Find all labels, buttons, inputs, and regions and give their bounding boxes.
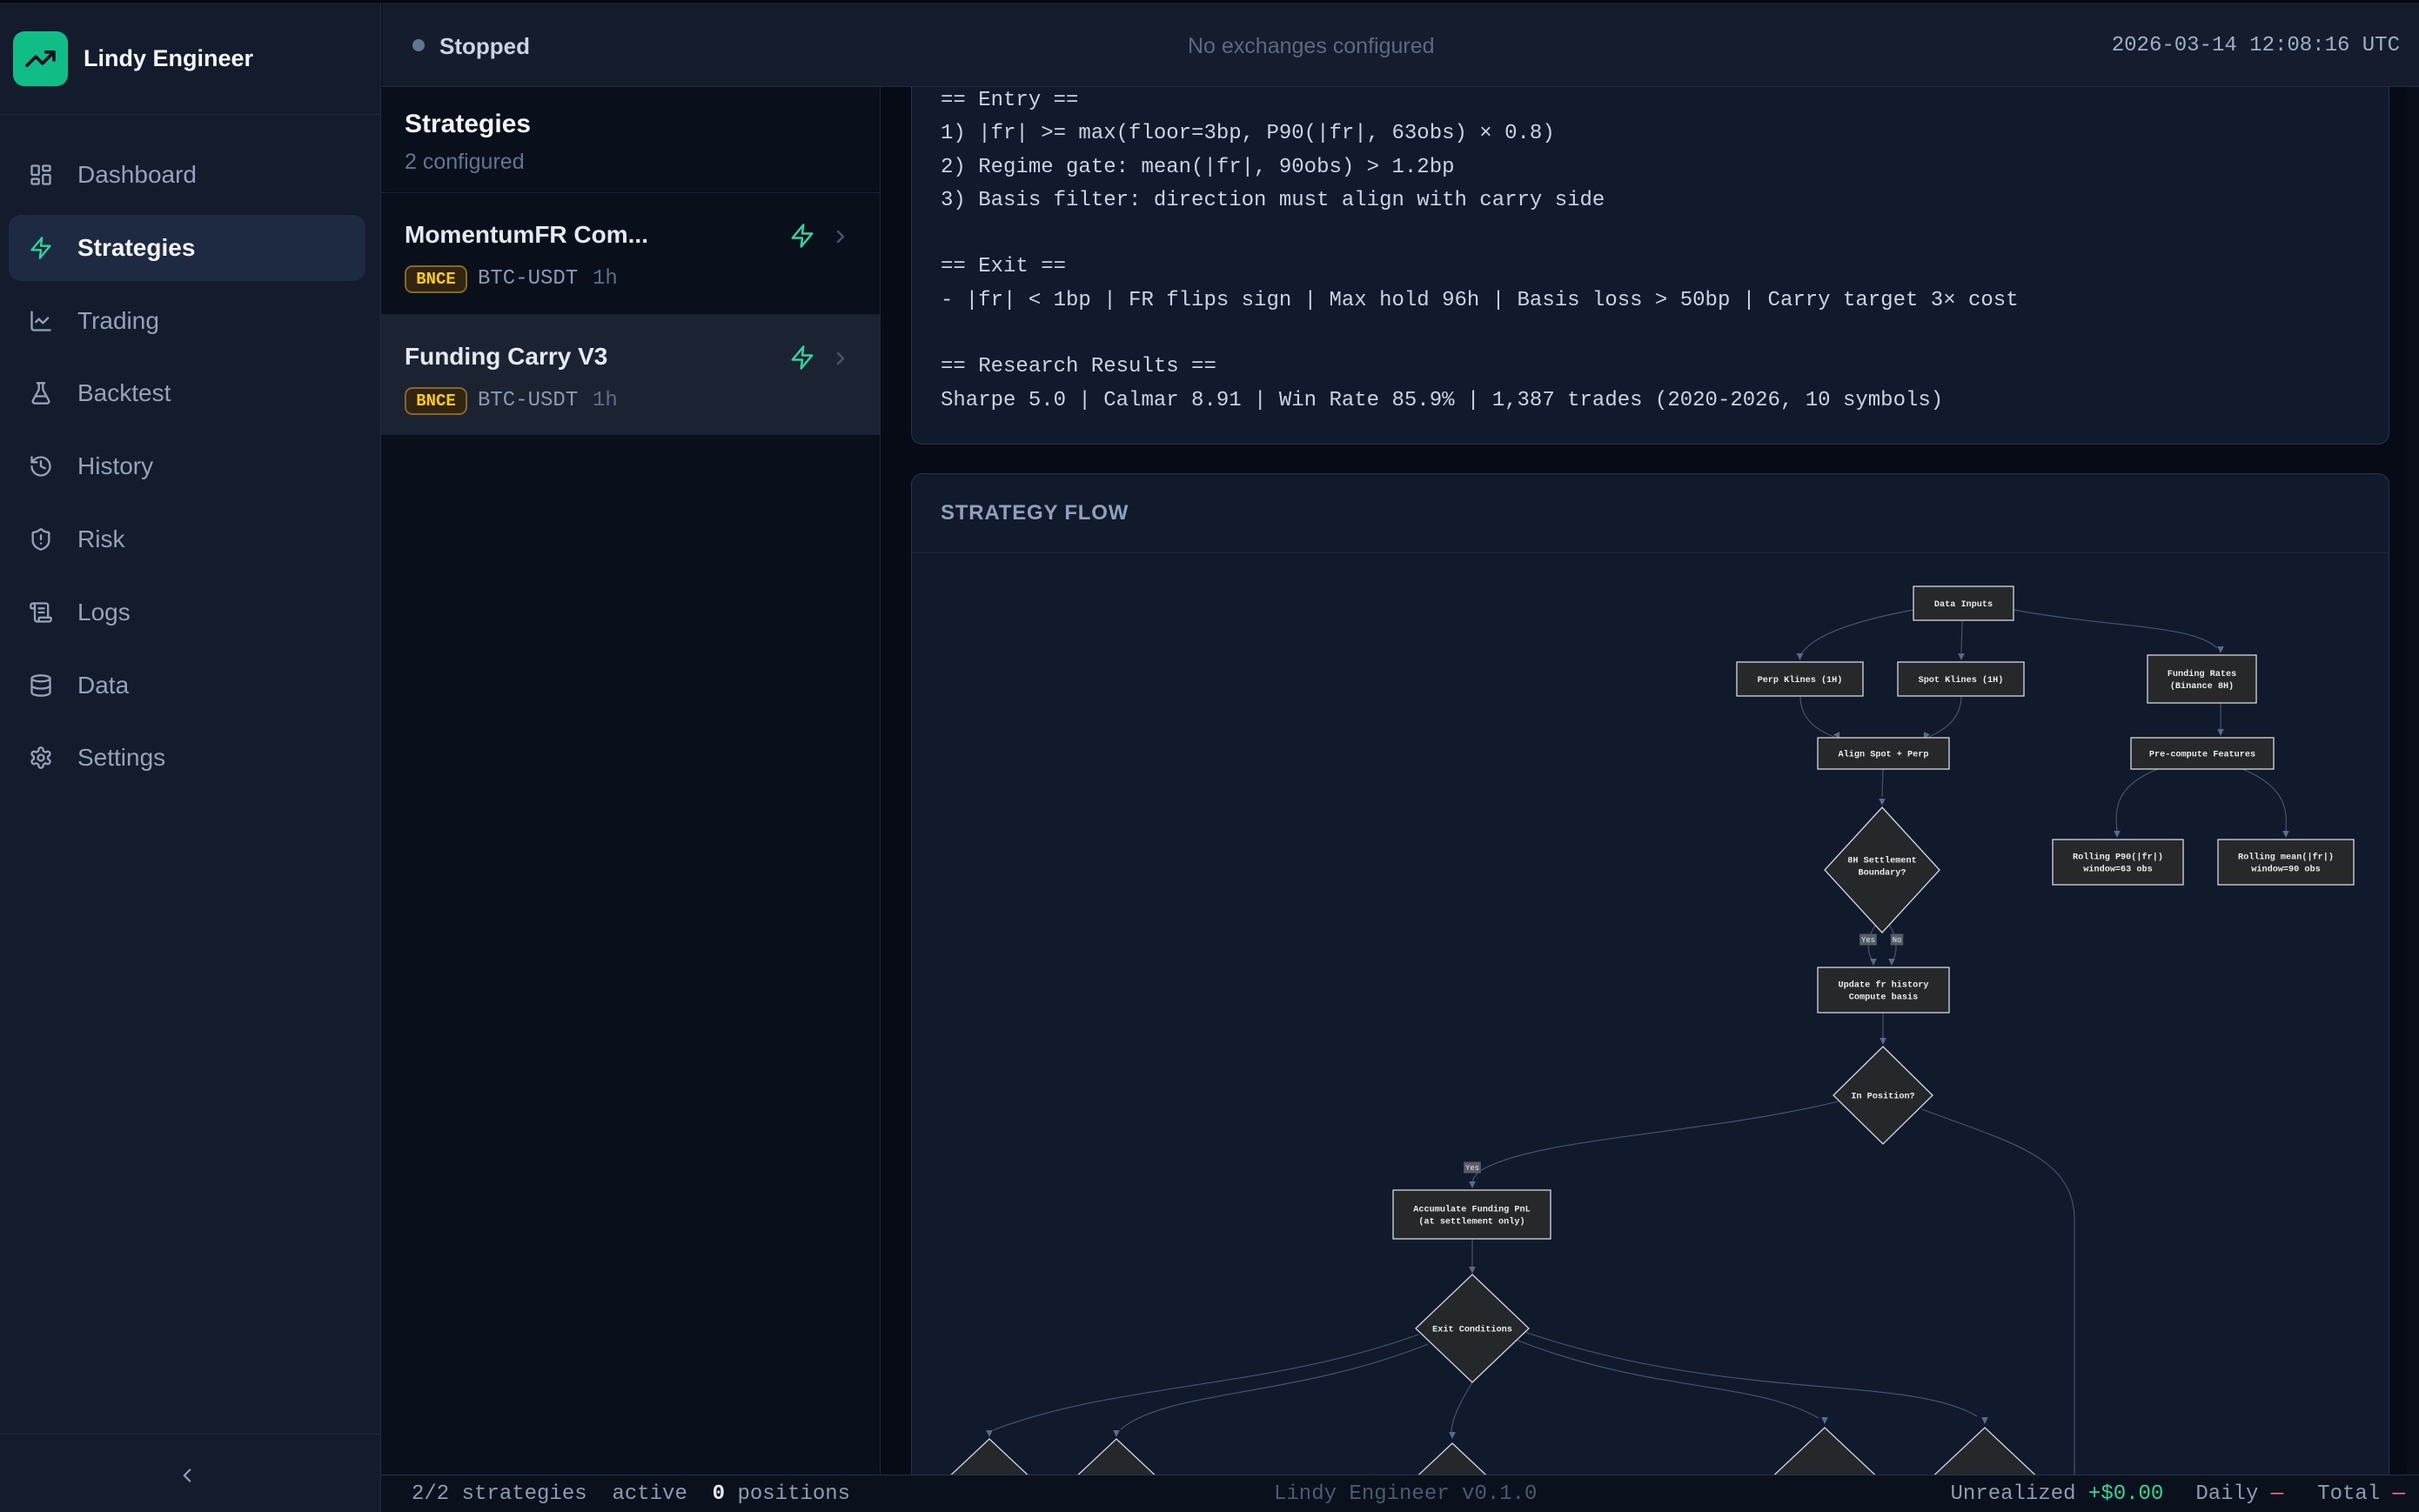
svg-text:Data Inputs: Data Inputs <box>1934 600 1993 610</box>
svg-text:Accumulate Funding PnL: Accumulate Funding PnL <box>1413 1205 1531 1215</box>
svg-text:No: No <box>1893 936 1902 945</box>
svg-text:window=90 obs: window=90 obs <box>2251 865 2320 875</box>
svg-text:Rolling P90(|fr|): Rolling P90(|fr|) <box>2073 853 2163 863</box>
svg-text:Update fr history: Update fr history <box>1839 980 1929 991</box>
svg-text:Yes: Yes <box>1465 1164 1479 1173</box>
svg-text:Exit Conditions: Exit Conditions <box>1432 1325 1512 1335</box>
svg-text:Perp Klines (1H): Perp Klines (1H) <box>1758 675 1843 686</box>
svg-text:Funding Rates: Funding Rates <box>2168 669 2236 679</box>
svg-text:In Position?: In Position? <box>1851 1092 1914 1102</box>
svg-text:(Binance 8H): (Binance 8H) <box>2170 681 2234 692</box>
svg-text:Rolling mean(|fr|): Rolling mean(|fr|) <box>2238 853 2334 863</box>
svg-text:Align Spot + Perp: Align Spot + Perp <box>1839 750 1929 760</box>
svg-text:window=63 obs: window=63 obs <box>2083 865 2152 875</box>
svg-text:Compute basis: Compute basis <box>1849 993 1918 1003</box>
svg-text:(at settlement only): (at settlement only) <box>1418 1217 1524 1228</box>
svg-text:Boundary?: Boundary? <box>1858 868 1906 879</box>
svg-text:Yes: Yes <box>1861 936 1875 945</box>
svg-text:8H Settlement: 8H Settlement <box>1847 856 1916 866</box>
svg-text:Pre-compute Features: Pre-compute Features <box>2149 751 2255 760</box>
svg-text:Spot Klines (1H): Spot Klines (1H) <box>1919 675 2004 686</box>
